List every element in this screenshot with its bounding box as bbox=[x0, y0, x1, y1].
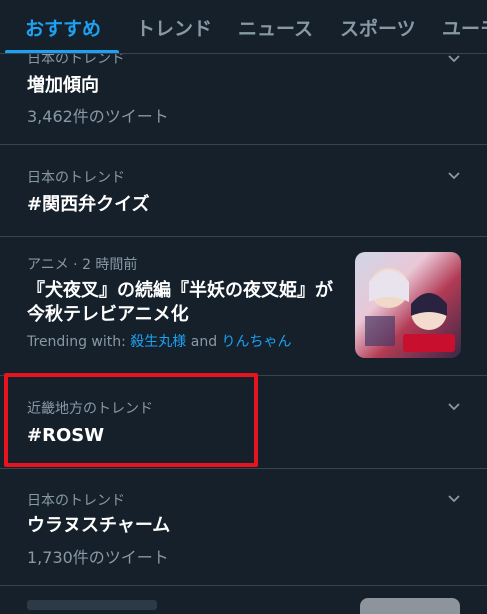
chevron-down-icon[interactable] bbox=[447, 492, 461, 506]
news-title-line2: 今秋テレビアニメ化 bbox=[27, 304, 189, 325]
trend-title: 増加傾向 bbox=[27, 75, 99, 96]
news-title-line1: 『犬夜叉』の続編『半妖の夜叉姫』が bbox=[27, 280, 333, 301]
trending-with-label: Trending with: bbox=[27, 334, 126, 350]
thumbnail-art bbox=[365, 268, 455, 352]
trend-title: ウラヌスチャーム bbox=[27, 515, 171, 536]
explore-tabs: おすすめ トレンド ニュース スポーツ ユーモア bbox=[0, 0, 487, 54]
tab-news[interactable]: ニュース bbox=[238, 14, 313, 41]
trend-meta: 日本のトレンド bbox=[27, 170, 125, 186]
chevron-down-icon[interactable] bbox=[447, 52, 461, 66]
chevron-down-icon[interactable] bbox=[447, 400, 461, 414]
trend-meta: 日本のトレンド bbox=[27, 493, 125, 509]
partial-meta-placeholder bbox=[27, 600, 157, 610]
tabs-divider bbox=[0, 53, 487, 54]
trending-with: Trending with: 殺生丸様 and りんちゃん bbox=[27, 331, 292, 351]
chevron-down-icon[interactable] bbox=[447, 169, 461, 183]
trend-title: #関西弁クイズ bbox=[27, 194, 150, 215]
trending-with-and: and bbox=[190, 334, 218, 350]
trending-with-link-2[interactable]: りんちゃん bbox=[222, 334, 292, 350]
trend-item[interactable]: 日本のトレンド #関西弁クイズ bbox=[0, 145, 487, 236]
tab-for-you[interactable]: おすすめ bbox=[25, 14, 101, 41]
next-item-partial[interactable] bbox=[0, 586, 487, 614]
trend-count: 1,730件のツイート bbox=[27, 548, 169, 567]
highlight-box bbox=[4, 373, 258, 467]
tab-trending[interactable]: トレンド bbox=[136, 14, 212, 41]
trending-with-link-1[interactable]: 殺生丸様 bbox=[130, 334, 186, 350]
tab-fun[interactable]: ユーモア bbox=[442, 14, 487, 41]
tab-sports[interactable]: スポーツ bbox=[340, 14, 416, 41]
trend-count: 3,462件のツイート bbox=[27, 107, 169, 126]
partial-thumbnail bbox=[360, 598, 460, 614]
trend-item[interactable]: 日本のトレンド ウラヌスチャーム 1,730件のツイート bbox=[0, 469, 487, 585]
anime-thumbnail[interactable] bbox=[355, 252, 461, 358]
trend-item[interactable]: 日本のトレンド 増加傾向 3,462件のツイート bbox=[0, 40, 487, 144]
news-meta: アニメ · 2 時間前 bbox=[27, 257, 138, 273]
